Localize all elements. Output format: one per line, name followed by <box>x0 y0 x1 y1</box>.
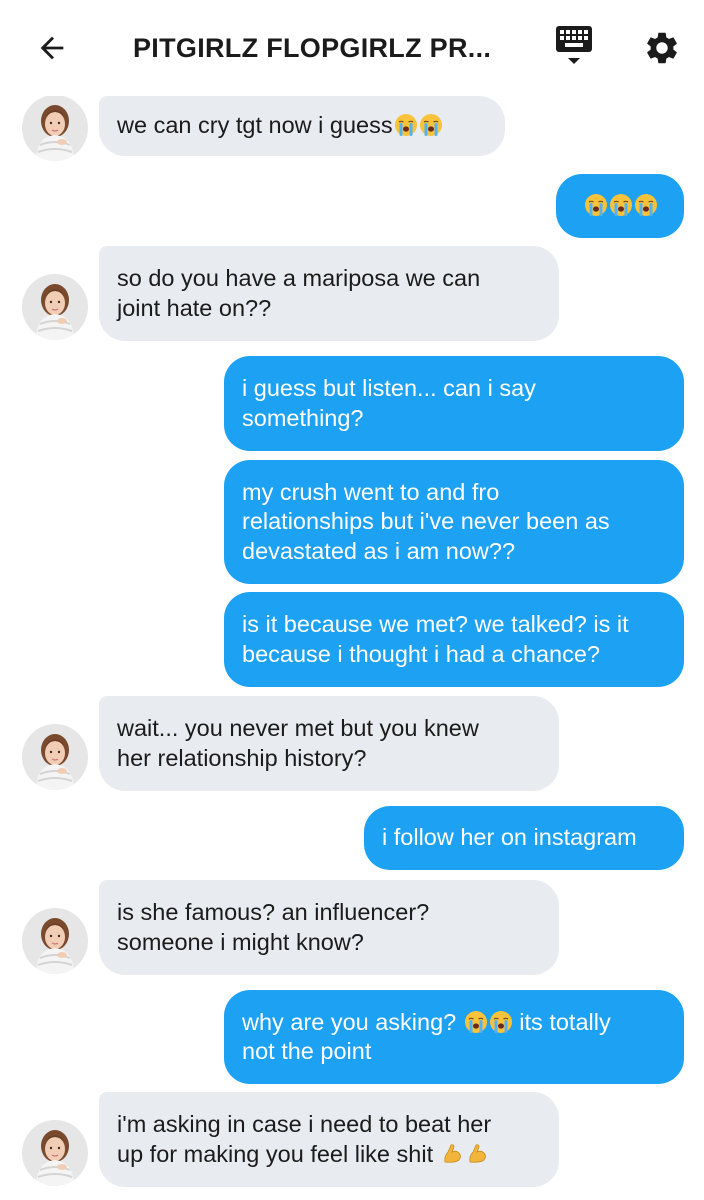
outgoing-message[interactable]: i follow her on instagram <box>364 806 684 870</box>
back-button[interactable] <box>30 26 74 70</box>
message-line: something? <box>242 404 364 431</box>
gear-icon <box>647 32 677 64</box>
message-line: her relationship history? <box>117 744 367 771</box>
message-line: devastated as i am now?? <box>242 537 516 564</box>
message-line: so do you have a mariposa we can <box>117 265 481 291</box>
message-row: i guess but listen... can i say somethin… <box>0 356 704 451</box>
crying-face-emoji <box>394 113 418 137</box>
keyboard-icon <box>556 26 592 64</box>
message-line: why are you asking? its totally <box>242 1008 611 1035</box>
crying-face-emoji <box>609 193 633 217</box>
message-line: wait... you never met but you knew <box>117 715 479 741</box>
message-line: i guess but listen... can i say <box>242 375 536 401</box>
message-line: someone i might know? <box>117 928 364 955</box>
message-row: why are you asking? its totally not the … <box>0 990 704 1084</box>
avatar[interactable] <box>22 908 88 974</box>
message-line: is it because we met? we talked? is it <box>242 611 629 637</box>
keyboard-button[interactable] <box>550 24 598 74</box>
chat-title[interactable]: PITGIRLZ FLOPGIRLZ PR... <box>133 28 493 68</box>
message-row: we can cry tgt now i guess <box>0 96 704 160</box>
crying-face-emoji <box>489 1010 513 1034</box>
flexed-biceps-emoji <box>441 1142 465 1166</box>
arrow-left-icon <box>40 36 64 60</box>
message-list[interactable]: we can cry tgt now i guess so do you hav… <box>0 96 704 1200</box>
crying-face-emoji <box>634 193 658 217</box>
outgoing-message[interactable]: is it because we met? we talked? is it b… <box>224 592 684 687</box>
message-line: because i thought i had a chance? <box>242 640 600 667</box>
settings-button[interactable] <box>638 24 686 72</box>
outgoing-message[interactable]: i guess but listen... can i say somethin… <box>224 356 684 451</box>
outgoing-message[interactable]: why are you asking? its totally not the … <box>224 990 684 1084</box>
message-row: so do you have a mariposa we can joint h… <box>0 246 704 341</box>
message-line: up for making you feel like shit <box>117 1140 541 1170</box>
message-row: my crush went to and fro relationships b… <box>0 460 704 584</box>
message-line: we can cry tgt now i guess <box>117 111 487 141</box>
message-row: i follow her on instagram <box>0 806 704 870</box>
crying-face-emoji <box>419 113 443 137</box>
chat-header: PITGIRLZ FLOPGIRLZ PR... <box>0 0 704 96</box>
message-line: relationships but i've never been as <box>242 508 610 535</box>
message-row: i'm asking in case i need to beat her up… <box>0 1092 704 1187</box>
incoming-message[interactable]: so do you have a mariposa we can joint h… <box>99 246 559 341</box>
avatar[interactable] <box>22 274 88 340</box>
message-row: is it because we met? we talked? is it b… <box>0 592 704 687</box>
message-line: is she famous? an influencer? <box>117 899 430 925</box>
incoming-message[interactable]: i'm asking in case i need to beat her up… <box>99 1092 559 1187</box>
message-line: my crush went to and fro <box>242 478 500 505</box>
incoming-message[interactable]: is she famous? an influencer? someone i … <box>99 880 559 975</box>
avatar[interactable] <box>22 724 88 790</box>
incoming-message[interactable]: wait... you never met but you knew her r… <box>99 696 559 791</box>
avatar[interactable] <box>22 1120 88 1186</box>
message-line: not the point <box>242 1038 372 1064</box>
incoming-message[interactable]: we can cry tgt now i guess <box>99 96 505 156</box>
crying-face-emoji <box>464 1010 488 1034</box>
message-row: wait... you never met but you knew her r… <box>0 696 704 791</box>
crying-face-emoji <box>584 193 608 217</box>
message-line: i follow her on instagram <box>382 824 637 851</box>
avatar[interactable] <box>22 96 88 161</box>
flexed-biceps-emoji <box>466 1142 490 1166</box>
message-line: i'm asking in case i need to beat her <box>117 1111 492 1137</box>
outgoing-message[interactable]: my crush went to and fro relationships b… <box>224 460 684 584</box>
message-row: is she famous? an influencer? someone i … <box>0 880 704 975</box>
message-line: joint hate on?? <box>117 294 272 321</box>
outgoing-message[interactable] <box>556 174 684 238</box>
message-line <box>583 191 658 221</box>
message-row <box>0 174 704 238</box>
